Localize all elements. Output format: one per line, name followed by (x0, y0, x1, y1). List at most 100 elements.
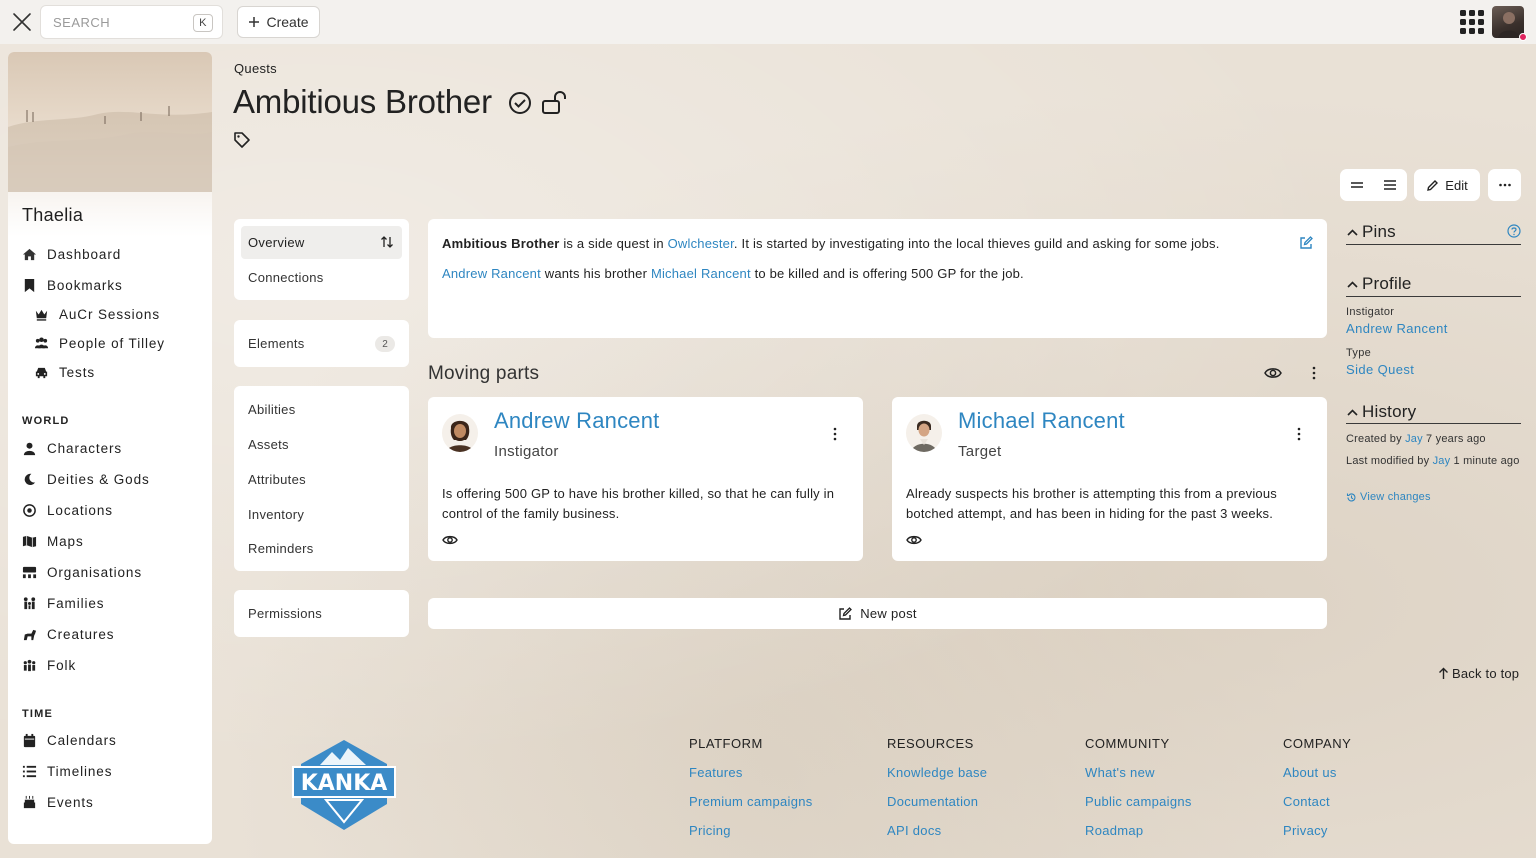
subnav-item-assets[interactable]: Assets (248, 437, 289, 452)
pins-section-header[interactable]: Pins (1346, 222, 1396, 242)
subnav-item-abilities[interactable]: Abilities (248, 402, 296, 417)
user-avatar[interactable] (1492, 6, 1527, 41)
notification-dot (1519, 33, 1527, 41)
entry-text: to be killed and is offering 500 GP for … (750, 266, 1024, 281)
edit-square-icon (839, 606, 853, 620)
member-name[interactable]: Andrew Rancent (494, 408, 659, 434)
search-box[interactable]: K (40, 5, 223, 39)
sidebar-item-label: Events (47, 795, 94, 810)
sidebar-item-bookmarks[interactable]: Bookmarks (22, 278, 123, 293)
member-name[interactable]: Michael Rancent (958, 408, 1125, 434)
sidebar-item-timelines[interactable]: Timelines (22, 764, 112, 779)
sidebar-item-creatures[interactable]: Creatures (22, 627, 114, 642)
sidebar-item-aucr-sessions[interactable]: AuCr Sessions (34, 307, 160, 322)
eye-icon[interactable] (442, 532, 458, 548)
subnav-item-connections[interactable]: Connections (248, 270, 324, 285)
more-actions-button[interactable] (1488, 169, 1521, 201)
entry-link-owlchester[interactable]: Owlchester (668, 236, 734, 251)
sidebar-item-dashboard[interactable]: Dashboard (22, 247, 121, 262)
chevron-up-icon (1347, 228, 1358, 236)
sidebar-item-maps[interactable]: Maps (22, 534, 84, 549)
sidebar-item-calendars[interactable]: Calendars (22, 733, 117, 748)
help-icon[interactable] (1507, 224, 1521, 238)
layout-compact-button[interactable] (1340, 169, 1373, 201)
campaign-name[interactable]: Thaelia (22, 205, 83, 226)
member-avatar[interactable] (442, 414, 478, 452)
sidebar-item-tests[interactable]: Tests (34, 365, 95, 380)
footer-link-privacy[interactable]: Privacy (1283, 823, 1328, 838)
sidebar-item-locations[interactable]: Locations (22, 503, 113, 518)
entry-text: wants his brother (540, 266, 651, 281)
sidebar-item-label: Deities & Gods (47, 472, 150, 487)
footer-link-pricing[interactable]: Pricing (689, 823, 731, 838)
sidebar-item-characters[interactable]: Characters (22, 441, 122, 456)
new-post-button[interactable]: New post (428, 598, 1327, 629)
footer-link-features[interactable]: Features (689, 765, 743, 780)
more-vertical-icon[interactable] (827, 426, 843, 442)
folk-icon (23, 659, 36, 672)
creature-icon (23, 629, 37, 641)
chevron-up-icon (1347, 280, 1358, 288)
breadcrumb[interactable]: Quests (234, 61, 277, 76)
member-card-michael: Michael Rancent Target Already suspects … (892, 397, 1327, 561)
footer-link-about-us[interactable]: About us (1283, 765, 1337, 780)
entry-card: Ambitious Brother is a side quest in Owl… (428, 219, 1327, 338)
search-input[interactable] (53, 14, 183, 30)
type-link[interactable]: Side Quest (1346, 362, 1414, 377)
modified-user-link[interactable]: Jay (1433, 455, 1451, 467)
footer-heading-community: COMMUNITY (1085, 736, 1170, 751)
eye-icon[interactable] (1264, 364, 1282, 382)
footer-link-whats-new[interactable]: What's new (1085, 765, 1155, 780)
entry-link-andrew[interactable]: Andrew Rancent (442, 266, 541, 281)
family-icon (23, 597, 36, 610)
footer-link-roadmap[interactable]: Roadmap (1085, 823, 1143, 838)
view-changes-link[interactable]: View changes (1346, 490, 1521, 505)
footer-link-contact[interactable]: Contact (1283, 794, 1330, 809)
back-to-top-link[interactable]: Back to top (1438, 666, 1519, 681)
edit-entry-icon[interactable] (1299, 236, 1313, 250)
eye-icon[interactable] (906, 532, 922, 548)
edit-button[interactable]: Edit (1414, 169, 1480, 201)
sidebar-item-families[interactable]: Families (22, 596, 104, 611)
entry-bold-title: Ambitious Brother (442, 236, 560, 251)
subnav-item-elements[interactable]: Elements (248, 336, 305, 351)
instigator-link[interactable]: Andrew Rancent (1346, 321, 1448, 336)
close-icon[interactable] (11, 11, 33, 33)
more-vertical-icon[interactable] (1305, 364, 1323, 382)
kanka-logo[interactable]: KANKA (290, 738, 398, 832)
footer-link-premium-campaigns[interactable]: Premium campaigns (689, 794, 813, 809)
footer-link-documentation[interactable]: Documentation (887, 794, 978, 809)
history-section-header[interactable]: History (1346, 402, 1416, 422)
entry-link-michael[interactable]: Michael Rancent (651, 266, 751, 281)
bookmark-icon (24, 278, 35, 293)
tag-icon[interactable] (233, 131, 251, 149)
history-icon (1346, 493, 1356, 502)
sidebar-item-folk[interactable]: Folk (22, 658, 76, 673)
apps-grid-icon[interactable] (1459, 9, 1485, 35)
sidebar-item-label: Calendars (47, 733, 117, 748)
footer-link-knowledge-base[interactable]: Knowledge base (887, 765, 987, 780)
reorder-icon[interactable] (380, 235, 394, 249)
more-vertical-icon[interactable] (1291, 426, 1307, 442)
footer-link-api-docs[interactable]: API docs (887, 823, 941, 838)
layout-list-button[interactable] (1373, 169, 1407, 201)
create-button[interactable]: Create (237, 6, 320, 38)
subnav-item-reminders[interactable]: Reminders (248, 541, 314, 556)
subnav-item-attributes[interactable]: Attributes (248, 472, 306, 487)
subnav-item-inventory[interactable]: Inventory (248, 507, 304, 522)
sidebar-item-deities[interactable]: Deities & Gods (22, 472, 150, 487)
subnav-elements-card[interactable]: Elements 2 (234, 320, 409, 367)
member-avatar[interactable] (906, 414, 942, 452)
profile-section-header[interactable]: Profile (1346, 274, 1412, 294)
sidebar-item-organisations[interactable]: Organisations (22, 565, 142, 580)
subnav-item-permissions[interactable]: Permissions (248, 606, 322, 621)
modified-prefix: Last modified by (1346, 455, 1433, 467)
created-user-link[interactable]: Jay (1405, 433, 1423, 445)
sidebar-item-events[interactable]: Events (22, 795, 94, 810)
sidebar-item-people-of-tilley[interactable]: People of Tilley (34, 336, 165, 351)
completed-check-icon (509, 92, 531, 114)
subnav-item-overview[interactable]: Overview (241, 226, 402, 259)
calendar-icon (23, 733, 36, 748)
type-label: Type (1346, 347, 1372, 359)
footer-link-public-campaigns[interactable]: Public campaigns (1085, 794, 1192, 809)
